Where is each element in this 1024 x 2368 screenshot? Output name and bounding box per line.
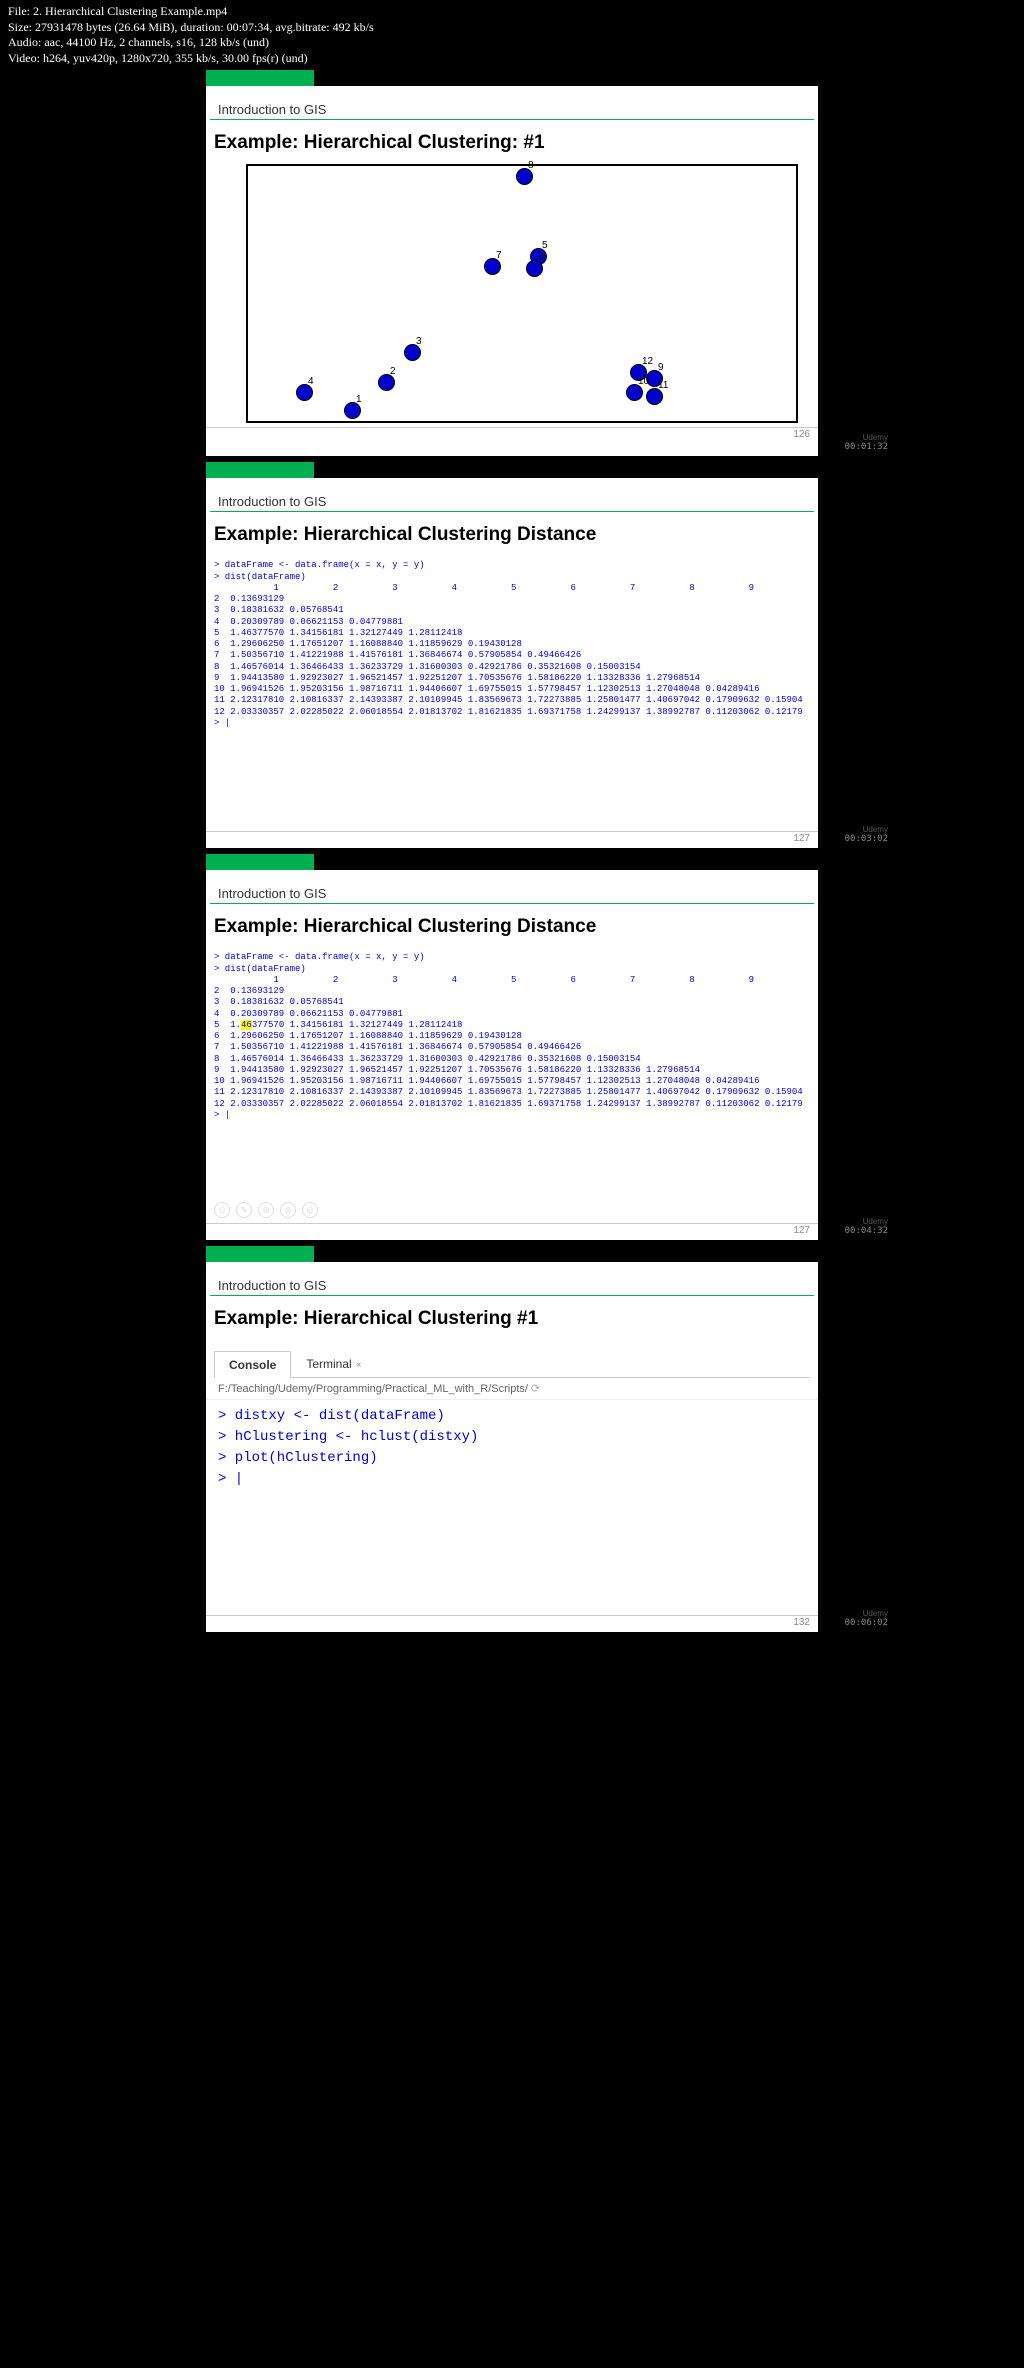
timestamp: 00:06:02 bbox=[845, 1618, 888, 1628]
file-metadata: File: 2. Hierarchical Clustering Example… bbox=[0, 0, 1024, 70]
scatter-point-label: 9 bbox=[658, 362, 664, 373]
slide-footer: 132 bbox=[206, 1615, 818, 1632]
timestamp: 00:04:32 bbox=[845, 1226, 888, 1236]
tool-icon[interactable]: ⊗ bbox=[280, 1202, 296, 1218]
distance-matrix-code: > dataFrame <- data.frame(x = x, y = y) … bbox=[206, 556, 818, 733]
highlight: 46 bbox=[241, 1020, 252, 1030]
console-tabs: Console Terminal× bbox=[214, 1350, 810, 1378]
green-bar-top bbox=[206, 854, 314, 870]
slide-1-container: Introduction to GIS Example: Hierarchica… bbox=[206, 70, 818, 456]
watermark: Udemy bbox=[863, 1609, 888, 1618]
scatter-point-label: 3 bbox=[416, 336, 422, 347]
slide-title: Example: Hierarchical Clustering Distanc… bbox=[206, 520, 818, 556]
section-header: Introduction to GIS bbox=[210, 1276, 814, 1296]
slide-4-container: Introduction to GIS Example: Hierarchica… bbox=[206, 1246, 818, 1632]
file-video-line: Video: h264, yuv420p, 1280x720, 355 kb/s… bbox=[8, 51, 1016, 67]
slide-footer: 127 bbox=[206, 1223, 818, 1240]
page-number: 127 bbox=[793, 833, 810, 844]
scatter-point-label: 7 bbox=[496, 250, 502, 261]
slide-1: Introduction to GIS Example: Hierarchica… bbox=[206, 86, 818, 456]
green-bar-top bbox=[206, 70, 314, 86]
slide-4: Introduction to GIS Example: Hierarchica… bbox=[206, 1262, 818, 1632]
scatter-point-label: 8 bbox=[528, 160, 534, 171]
terminal-tab[interactable]: Terminal× bbox=[291, 1350, 376, 1377]
scatter-point-label: 11 bbox=[658, 380, 668, 391]
scatter-point-label: 4 bbox=[308, 376, 314, 387]
r-console-code: > distxy <- dist(dataFrame) > hClusterin… bbox=[206, 1400, 818, 1496]
scatter-point-label: 10 bbox=[638, 376, 649, 387]
code-pre: > dataFrame <- data.frame(x = x, y = y) … bbox=[214, 952, 754, 1030]
slide-2: Introduction to GIS Example: Hierarchica… bbox=[206, 478, 818, 848]
toolbar-icons: ⊙ ✎ ⊕ ⊗ ⊘ bbox=[210, 1198, 322, 1222]
section-header: Introduction to GIS bbox=[210, 100, 814, 120]
file-size-line: Size: 27931478 bytes (26.64 MiB), durati… bbox=[8, 20, 1016, 36]
slide-title: Example: Hierarchical Clustering #1 bbox=[206, 1304, 818, 1340]
scatter-point-label: 2 bbox=[390, 366, 396, 377]
slide-footer: 126 bbox=[206, 427, 818, 444]
scatter-point-label: 6 bbox=[538, 252, 544, 263]
watermark: Udemy bbox=[863, 1217, 888, 1226]
green-bar-top bbox=[206, 462, 314, 478]
tool-icon[interactable]: ✎ bbox=[236, 1202, 252, 1218]
scatter-plot: 875632411291011 bbox=[246, 164, 798, 423]
page-number: 132 bbox=[793, 1617, 810, 1628]
slide-3: Introduction to GIS Example: Hierarchica… bbox=[206, 870, 818, 1240]
page-number: 126 bbox=[793, 429, 810, 440]
timestamp: 00:01:32 bbox=[845, 442, 888, 452]
distance-matrix-code-highlighted: > dataFrame <- data.frame(x = x, y = y) … bbox=[206, 948, 818, 1125]
scatter-point-label: 12 bbox=[642, 356, 653, 367]
file-name-line: File: 2. Hierarchical Clustering Example… bbox=[8, 4, 1016, 20]
close-icon[interactable]: × bbox=[356, 1360, 362, 1371]
slide-2-container: Introduction to GIS Example: Hierarchica… bbox=[206, 462, 818, 848]
refresh-icon[interactable]: ⟳ bbox=[531, 1383, 540, 1395]
slide-title: Example: Hierarchical Clustering Distanc… bbox=[206, 912, 818, 948]
timestamp: 00:03:02 bbox=[845, 834, 888, 844]
tool-icon[interactable]: ⊘ bbox=[302, 1202, 318, 1218]
scatter-point-label: 5 bbox=[542, 240, 548, 251]
console-tab[interactable]: Console bbox=[214, 1351, 291, 1378]
code-post: 377570 1.34156181 1.32127449 1.28112418 … bbox=[214, 1020, 803, 1120]
green-bar-top bbox=[206, 1246, 314, 1262]
watermark: Udemy bbox=[863, 825, 888, 834]
slide-3-container: Introduction to GIS Example: Hierarchica… bbox=[206, 854, 818, 1240]
tool-icon[interactable]: ⊙ bbox=[214, 1202, 230, 1218]
section-header: Introduction to GIS bbox=[210, 492, 814, 512]
tool-icon[interactable]: ⊕ bbox=[258, 1202, 274, 1218]
slide-footer: 127 bbox=[206, 831, 818, 848]
file-audio-line: Audio: aac, 44100 Hz, 2 channels, s16, 1… bbox=[8, 35, 1016, 51]
console-path: F:/Teaching/Udemy/Programming/Practical_… bbox=[206, 1378, 818, 1400]
slide-title: Example: Hierarchical Clustering: #1 bbox=[206, 128, 818, 164]
scatter-point-label: 1 bbox=[356, 394, 362, 405]
watermark: Udemy bbox=[863, 433, 888, 442]
section-header: Introduction to GIS bbox=[210, 884, 814, 904]
page-number: 127 bbox=[793, 1225, 810, 1236]
